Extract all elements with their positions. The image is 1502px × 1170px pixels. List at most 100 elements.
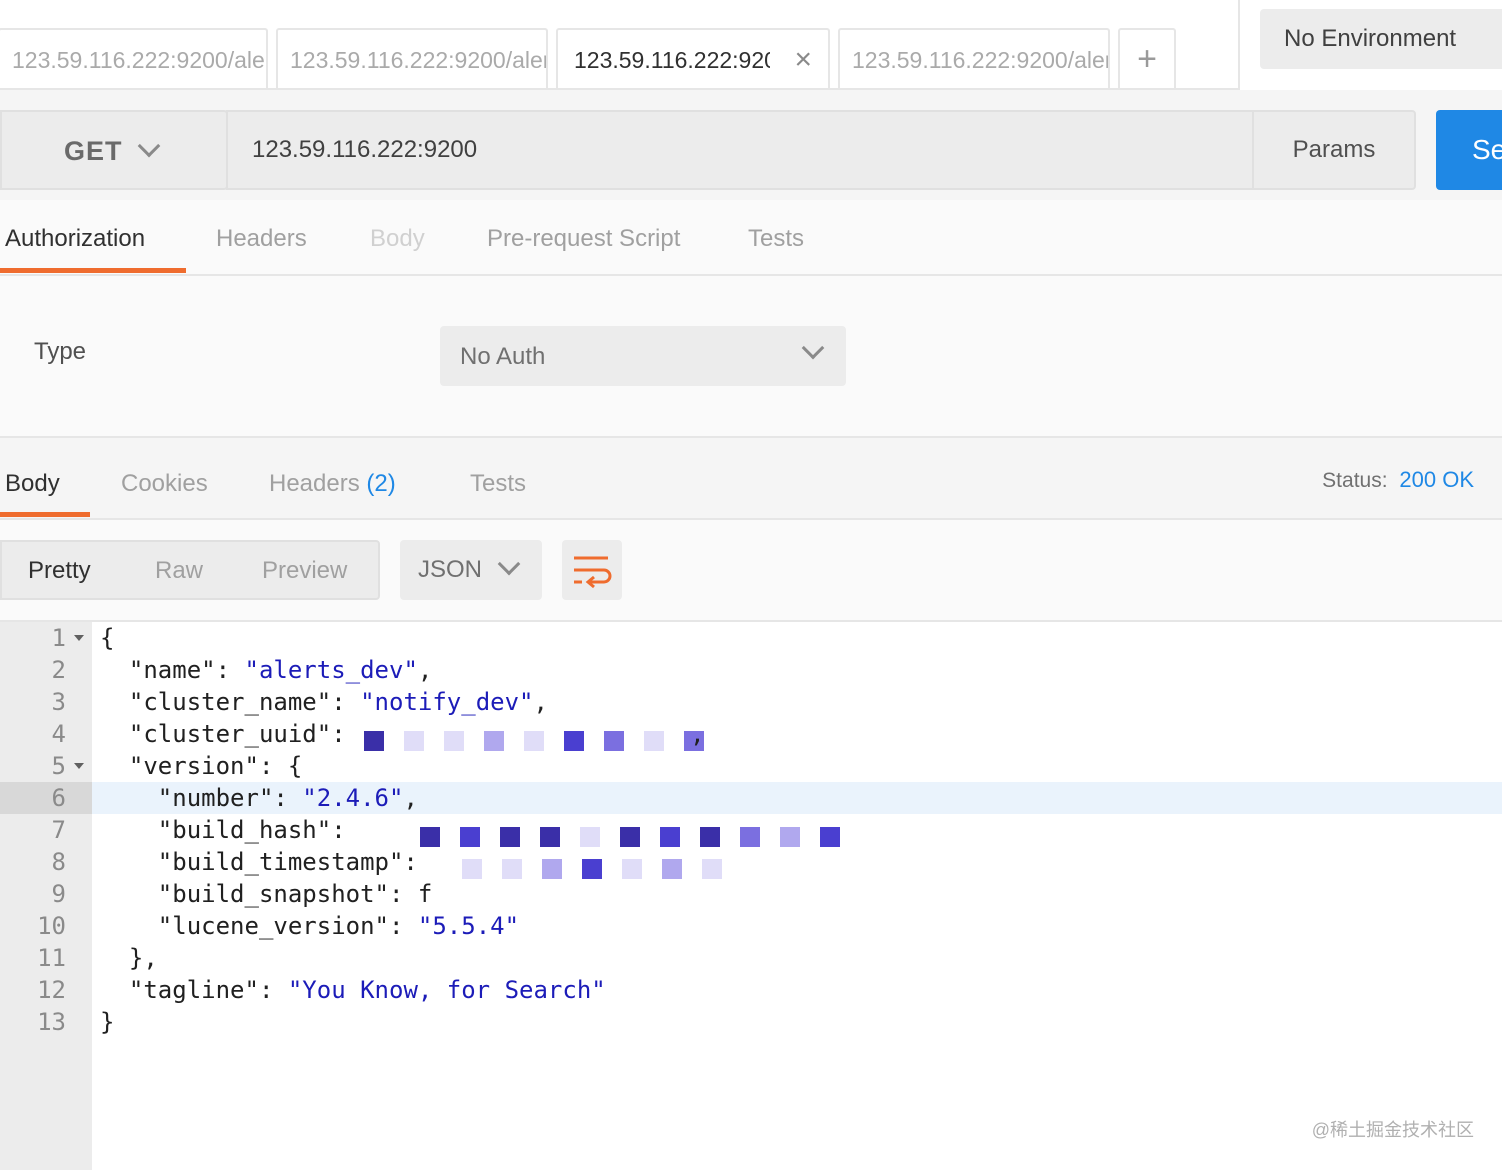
line-number: 11 bbox=[37, 944, 66, 972]
response-tabs: Body Cookies Headers (2) Tests Status: 2… bbox=[0, 436, 1502, 520]
request-tab-2[interactable]: 123.59.116.222:9200/aler bbox=[276, 28, 548, 90]
method-select[interactable]: GET bbox=[0, 110, 228, 190]
line-number: 1 bbox=[51, 624, 66, 652]
json-brace: { bbox=[100, 624, 115, 652]
request-tab-1[interactable]: 123.59.116.222:9200/aler bbox=[0, 28, 268, 90]
response-tab-tests[interactable]: Tests bbox=[470, 438, 526, 530]
request-tab-label: 123.59.116.222:9200/aler bbox=[852, 47, 1108, 73]
headers-count-badge: (2) bbox=[366, 470, 396, 497]
line-number: 9 bbox=[51, 880, 66, 908]
json-string: "You Know, for Search" bbox=[287, 976, 606, 1004]
line-number: 13 bbox=[37, 1008, 66, 1036]
json-punct: , bbox=[403, 784, 418, 812]
wrap-lines-icon bbox=[574, 556, 612, 589]
code-line: "name": "alerts_dev", bbox=[100, 654, 432, 686]
line-number: 7 bbox=[51, 816, 66, 844]
tab-prerequest-script[interactable]: Pre-request Script bbox=[487, 200, 680, 274]
response-view-bar: Pretty Raw Preview JSON bbox=[0, 520, 1502, 622]
params-button[interactable]: Params bbox=[1252, 110, 1416, 190]
response-status: Status: 200 OK bbox=[1322, 438, 1474, 523]
line-number: 4 bbox=[51, 720, 66, 748]
request-bar: GET 123.59.116.222:9200 Params Se bbox=[0, 90, 1502, 200]
code-line: "build_hash": bbox=[100, 814, 980, 847]
response-tab-cookies[interactable]: Cookies bbox=[121, 438, 208, 530]
json-string: "notify_dev" bbox=[360, 688, 534, 716]
json-key: "version": { bbox=[100, 752, 303, 780]
url-input[interactable]: 123.59.116.222:9200 bbox=[226, 110, 1256, 190]
format-select[interactable]: JSON bbox=[400, 540, 542, 600]
request-tab-label: 123.59.116.222:9200/aler bbox=[290, 47, 546, 73]
close-icon[interactable]: × bbox=[794, 30, 812, 90]
json-key: "name": bbox=[100, 656, 245, 684]
json-key: "build_timestamp": bbox=[100, 848, 433, 876]
line-number: 6 bbox=[51, 784, 66, 812]
watermark: @稀土掘金技术社区 bbox=[1311, 1120, 1474, 1140]
status-label: Status: bbox=[1322, 469, 1388, 492]
json-key: "cluster_name": bbox=[100, 688, 361, 716]
code-line: "number": "2.4.6", bbox=[100, 782, 418, 814]
view-preview-button[interactable]: Preview bbox=[262, 542, 347, 600]
response-body-editor[interactable]: 1 2 3 4 5 6 7 8 9 10 11 12 13 { "name": … bbox=[0, 622, 1502, 1170]
json-punct: , bbox=[690, 720, 705, 748]
code-line: "build_snapshot": f bbox=[100, 878, 433, 910]
request-tab-strip: 123.59.116.222:9200/aler 123.59.116.222:… bbox=[0, 0, 1502, 90]
code-line: "version": { bbox=[100, 750, 302, 782]
chevron-down-icon bbox=[801, 336, 825, 360]
request-tab-4[interactable]: 123.59.116.222:9200/aler bbox=[838, 28, 1110, 90]
redacted-value bbox=[360, 718, 705, 751]
request-tab-label: 123.59.116.222:9200/aler bbox=[12, 47, 264, 73]
code-line: "lucene_version": "5.5.4" bbox=[100, 910, 519, 942]
chevron-down-icon bbox=[497, 552, 521, 576]
auth-panel: Type No Auth bbox=[0, 276, 1502, 436]
code-line: { bbox=[100, 622, 114, 654]
request-tab-label: 123.59.116.222:920 bbox=[574, 47, 770, 73]
json-key: "build_snapshot": bbox=[100, 880, 418, 908]
line-number: 8 bbox=[51, 848, 66, 876]
request-tabs: Authorization Headers Body Pre-request S… bbox=[0, 200, 1502, 276]
redacted-value bbox=[432, 846, 772, 879]
json-punct: , bbox=[533, 688, 548, 716]
code-line: "build_timestamp": bbox=[100, 846, 772, 879]
tab-tests[interactable]: Tests bbox=[748, 200, 804, 274]
line-number: 5 bbox=[51, 752, 66, 780]
active-tab-underline bbox=[0, 268, 186, 273]
wrap-lines-button[interactable] bbox=[562, 540, 622, 600]
json-literal: f bbox=[417, 880, 433, 908]
request-tab-active[interactable]: 123.59.116.222:920 × bbox=[556, 28, 830, 90]
json-key: "lucene_version": bbox=[100, 912, 418, 940]
code-line: "cluster_name": "notify_dev", bbox=[100, 686, 548, 718]
code-line: "tagline": "You Know, for Search" bbox=[100, 974, 606, 1006]
json-brace: } bbox=[100, 1008, 115, 1036]
tab-body[interactable]: Body bbox=[370, 200, 425, 274]
environment-select[interactable]: No Environment bbox=[1260, 9, 1502, 69]
code-line: } bbox=[100, 1006, 114, 1038]
tab-authorization[interactable]: Authorization bbox=[5, 200, 145, 274]
auth-type-value: No Auth bbox=[460, 343, 546, 370]
redacted-value bbox=[360, 814, 980, 847]
json-brace: }, bbox=[100, 944, 158, 972]
auth-type-label: Type bbox=[34, 338, 87, 365]
auth-type-select[interactable]: No Auth bbox=[440, 326, 846, 386]
view-pretty-button[interactable]: Pretty bbox=[28, 542, 91, 600]
json-key: "cluster_uuid": bbox=[100, 720, 361, 748]
fold-arrow-icon[interactable] bbox=[74, 635, 84, 641]
json-punct: , bbox=[417, 656, 433, 684]
line-number: 3 bbox=[51, 688, 66, 716]
response-tab-headers[interactable]: Headers (2) bbox=[269, 438, 396, 530]
send-button[interactable]: Se bbox=[1436, 110, 1502, 190]
fold-arrow-icon[interactable] bbox=[74, 763, 84, 769]
tab-headers[interactable]: Headers bbox=[216, 200, 307, 274]
code-line: "cluster_uuid": , bbox=[100, 718, 705, 751]
status-badge: 200 OK bbox=[1399, 467, 1474, 492]
json-string: "5.5.4" bbox=[417, 912, 520, 940]
line-number: 12 bbox=[37, 976, 66, 1004]
active-tab-underline bbox=[0, 512, 90, 517]
line-number: 2 bbox=[51, 656, 66, 684]
json-key: "build_hash": bbox=[100, 816, 361, 844]
json-string: "2.4.6" bbox=[302, 784, 404, 812]
json-key: "tagline": bbox=[100, 976, 288, 1004]
view-raw-button[interactable]: Raw bbox=[155, 542, 203, 600]
add-tab-button[interactable]: + bbox=[1118, 28, 1176, 90]
line-number: 10 bbox=[37, 912, 66, 940]
method-label: GET bbox=[64, 136, 123, 166]
